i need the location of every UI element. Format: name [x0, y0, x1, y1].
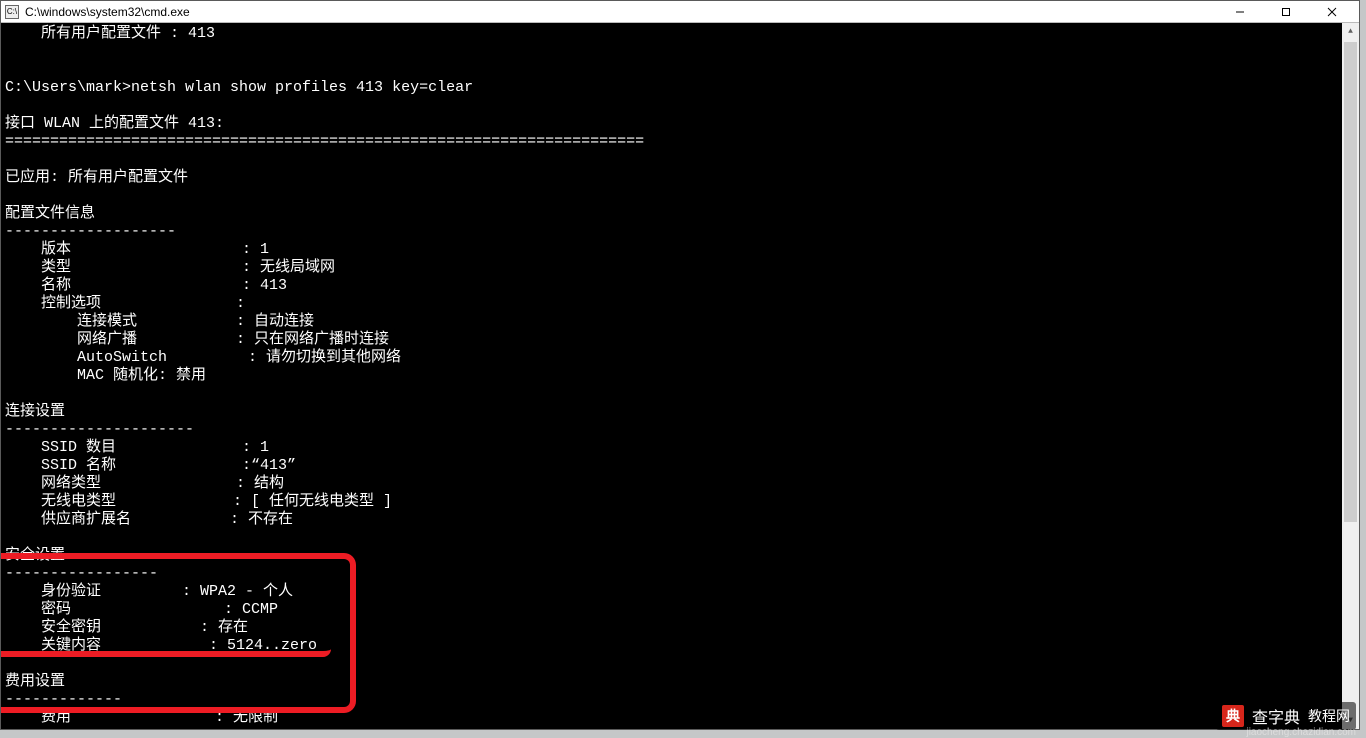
- terminal-text: 所有用户配置文件 : 413 C:\Users\mark>netsh wlan …: [5, 25, 1359, 727]
- watermark-tag: 教程网: [1308, 706, 1350, 726]
- scroll-up-button[interactable]: ▲: [1342, 23, 1359, 40]
- watermark: 典 查字典 教程网: [1216, 702, 1356, 730]
- cmd-window: C:\ C:\windows\system32\cmd.exe 所有用户配置文件…: [0, 0, 1360, 730]
- watermark-icon: 典: [1222, 705, 1244, 727]
- maximize-button[interactable]: [1263, 2, 1309, 22]
- watermark-url: jiaocheng.chazidian.com: [1246, 727, 1356, 738]
- terminal-output[interactable]: 所有用户配置文件 : 413 C:\Users\mark>netsh wlan …: [1, 23, 1359, 729]
- window-controls: [1217, 2, 1355, 22]
- scrollbar[interactable]: ▲ ▼: [1342, 23, 1359, 729]
- window-title: C:\windows\system32\cmd.exe: [25, 5, 1217, 19]
- app-icon: C:\: [5, 5, 19, 19]
- scroll-thumb[interactable]: [1344, 42, 1357, 522]
- minimize-button[interactable]: [1217, 2, 1263, 22]
- close-button[interactable]: [1309, 2, 1355, 22]
- watermark-brand: 查字典: [1252, 704, 1300, 728]
- titlebar[interactable]: C:\ C:\windows\system32\cmd.exe: [1, 1, 1359, 23]
- scroll-track[interactable]: [1342, 40, 1359, 712]
